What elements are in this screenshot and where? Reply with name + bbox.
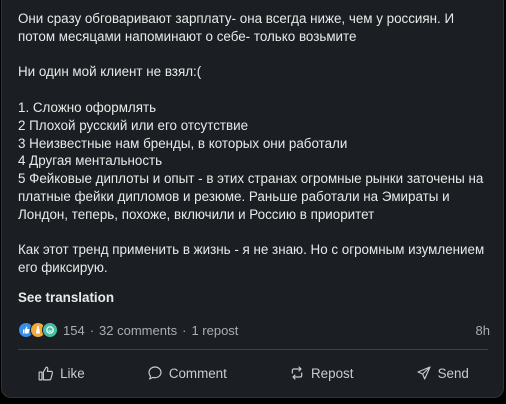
repost-button[interactable]: Repost — [279, 359, 363, 387]
see-translation-button[interactable]: See translation — [18, 290, 114, 305]
like-label: Like — [60, 365, 85, 381]
post-body: Они сразу обговаривают зарплату- она все… — [18, 10, 494, 277]
support-icon — [42, 322, 58, 338]
post-line: 1. Сложно оформлять — [18, 99, 157, 115]
post-line: 2 Плохой русский или его отсутствие — [18, 117, 249, 133]
repost-icon — [289, 365, 305, 381]
comment-label: Comment — [168, 365, 227, 381]
post-line — [18, 224, 494, 242]
send-icon — [416, 365, 432, 381]
post-line: потом месяцами напоминают о себе- только… — [18, 28, 357, 44]
actions-divider — [18, 349, 488, 350]
reaction-count[interactable]: 154 — [63, 323, 85, 338]
post-line — [18, 46, 494, 64]
comment-button[interactable]: Comment — [137, 359, 237, 387]
reposts-count[interactable]: 1 repost — [191, 323, 238, 338]
post-line — [18, 81, 494, 99]
post-line: платные фейки дипломов и резюме. Раньше … — [18, 188, 450, 204]
post-line: 5 Фейковые диплоты и опыт - в этих стран… — [18, 171, 484, 187]
post-line: Как этот тренд применить в жизнь - я не … — [18, 242, 485, 258]
reactions-stack[interactable] — [18, 322, 58, 338]
separator-dot: · — [182, 322, 187, 338]
post-actions-bar: Like Comment Repost Send — [6, 356, 500, 390]
post-timestamp: 8h — [475, 322, 490, 338]
like-button[interactable]: Like — [27, 359, 95, 388]
post-line: 3 Неизвестные нам бренды, в которых они … — [18, 135, 348, 151]
post-line: его фиксирую. — [18, 260, 108, 276]
send-label: Send — [437, 365, 469, 381]
send-button[interactable]: Send — [406, 359, 479, 387]
comments-count[interactable]: 32 comments — [99, 323, 177, 338]
social-counts-bar: 154 · 32 comments · 1 repost 8h — [18, 320, 490, 340]
post-card: Они сразу обговаривают зарплату- она все… — [1, 0, 504, 398]
post-line: 4 Другая ментальность — [18, 153, 163, 169]
post-line: Они сразу обговаривают зарплату- она все… — [18, 11, 455, 26]
repost-label: Repost — [311, 365, 354, 381]
post-line: Ни один мой клиент не взял:( — [18, 64, 202, 80]
comment-icon — [147, 365, 163, 381]
post-line: Лондон, теперь, похоже, включили и Росси… — [18, 206, 375, 222]
separator-dot: · — [89, 322, 95, 338]
thumbs-up-icon — [37, 365, 54, 382]
